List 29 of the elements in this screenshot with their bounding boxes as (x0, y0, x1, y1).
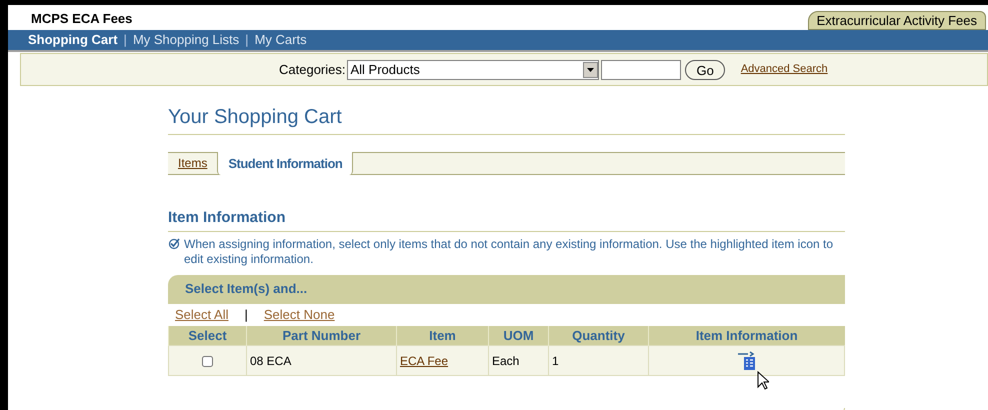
categories-label: Categories: (279, 60, 346, 79)
advanced-search-link[interactable]: Advanced Search (740, 61, 828, 78)
table-cell: Each (488, 346, 548, 376)
separator: | (245, 31, 249, 50)
nav-link[interactable]: My Carts (254, 30, 307, 50)
caret-icon (583, 62, 598, 78)
global-tab[interactable]: Extracurricular Activity Fees (808, 11, 986, 30)
page-title: Your Shopping Cart (168, 102, 845, 135)
table-cell: 1 (548, 346, 648, 376)
row-checkbox[interactable] (202, 356, 213, 367)
check-icon (168, 238, 180, 250)
nav-link[interactable]: Shopping Cart (28, 30, 118, 50)
separator: | (244, 306, 248, 324)
section-title: Item Information (168, 207, 845, 232)
item-info-icon[interactable] (736, 350, 758, 370)
search-field[interactable] (601, 60, 682, 80)
cursor-icon (757, 371, 769, 390)
app-title: MCPS ECA Fees (31, 10, 132, 28)
nav-link[interactable]: My Shopping Lists (132, 30, 240, 50)
separator: | (124, 31, 127, 50)
select-all-link[interactable]: Select All (175, 304, 228, 324)
select-none-link[interactable]: Select None (264, 304, 335, 324)
select-bar-title: Select Item(s) and... (185, 280, 308, 298)
tip-text: When assigning information, select only items that do not contain any existing information. Use the highlighted item icon to edit existing information. (184, 236, 834, 266)
table-cell: 08 ECA (246, 346, 396, 376)
category-dropdown[interactable]: All Products (347, 60, 600, 80)
tab[interactable]: Items (168, 152, 218, 174)
go-button[interactable]: Go (685, 60, 725, 80)
tab[interactable]: Student Information (217, 152, 354, 175)
